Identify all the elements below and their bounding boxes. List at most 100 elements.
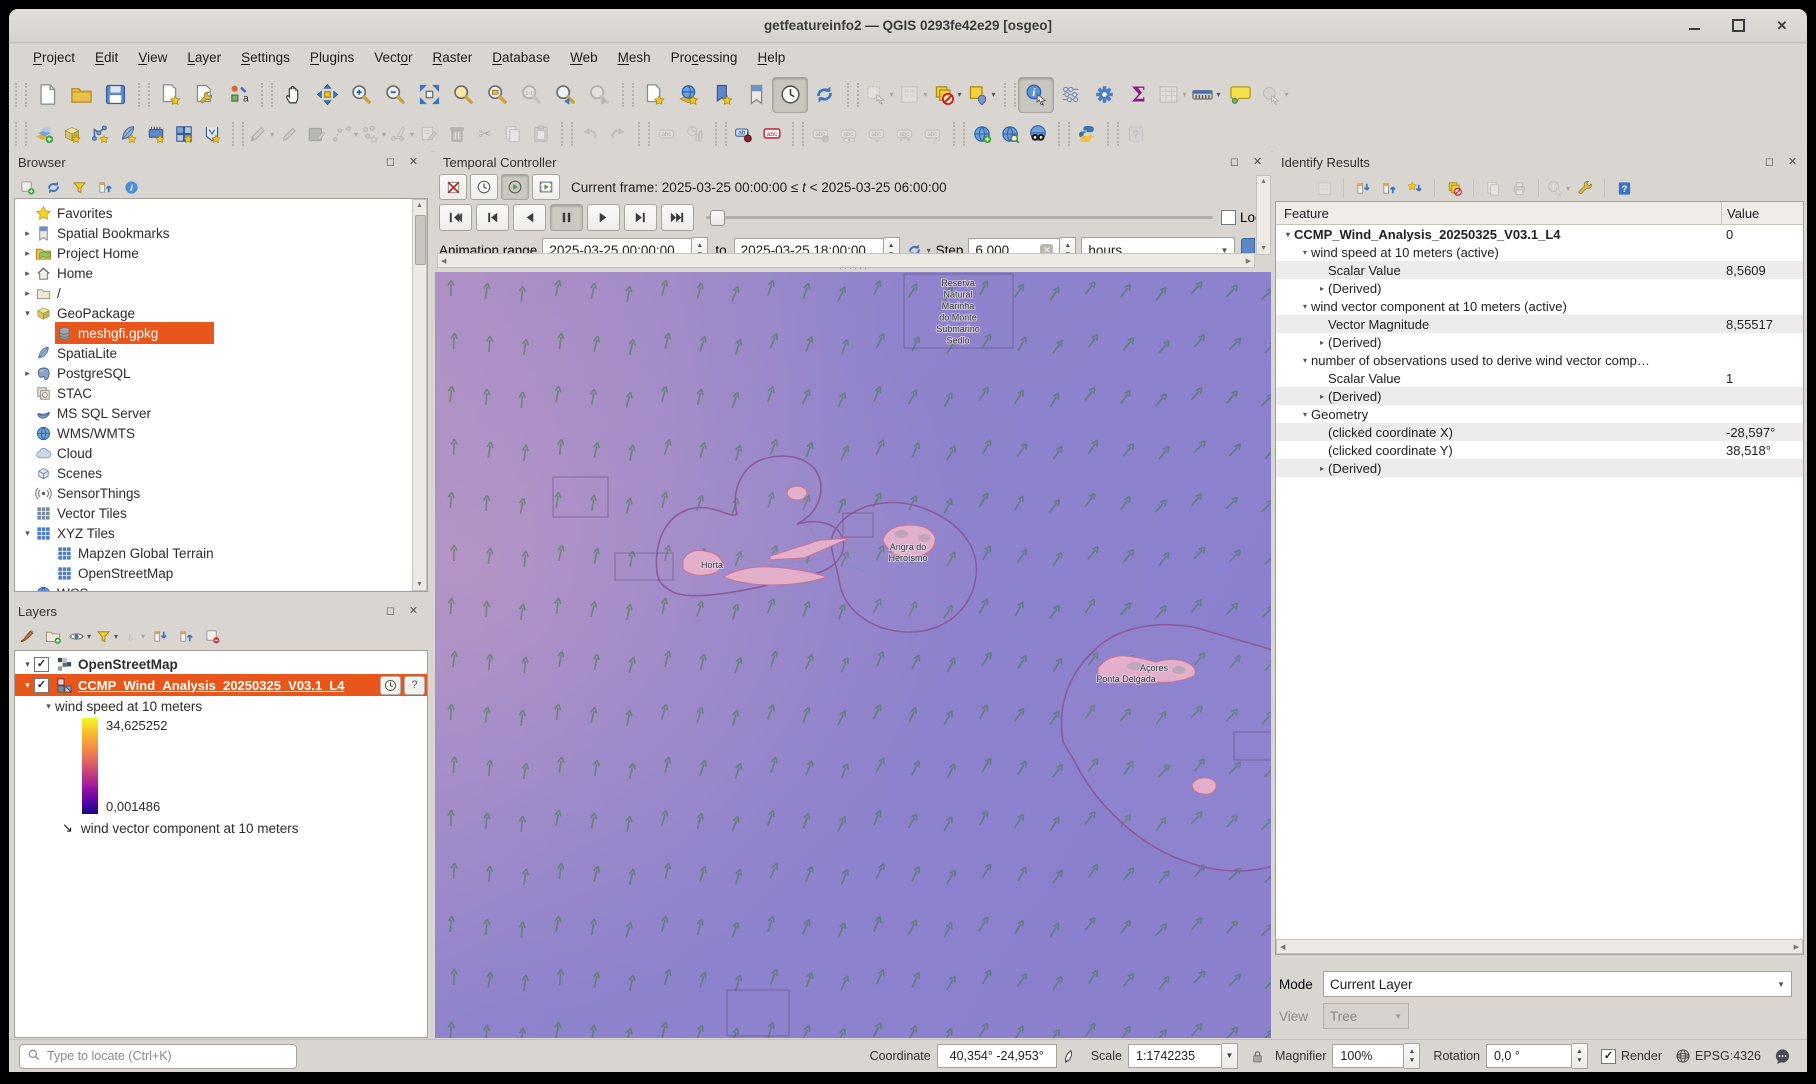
zoom-in-button[interactable]: [344, 78, 378, 112]
browser-item-xyz-tiles[interactable]: ▾XYZ Tiles: [15, 523, 427, 543]
toolbar-handle[interactable]: [1004, 83, 1016, 107]
pan-to-selection-button[interactable]: [310, 78, 344, 112]
dropdown-arrow-icon[interactable]: ▾: [957, 90, 961, 99]
identify-row[interactable]: (clicked coordinate Y)38,518°: [1276, 441, 1803, 459]
scale-combo[interactable]: 1:1742235: [1128, 1044, 1222, 1068]
map-tips-button[interactable]: [1223, 78, 1257, 112]
magnifier-input[interactable]: 100%: [1332, 1044, 1404, 1068]
save-layer-edits-button[interactable]: [303, 120, 331, 148]
select-by-location-button[interactable]: ▾: [964, 78, 998, 112]
play-backward-button[interactable]: [513, 204, 546, 231]
dropdown-arrow-icon[interactable]: ▾: [1216, 90, 1220, 99]
browser-item-spatial-bookmarks[interactable]: ▸Spatial Bookmarks: [15, 223, 427, 243]
identify-row[interactable]: ▾wind vector component at 10 meters (act…: [1276, 297, 1803, 315]
fixed-range-button[interactable]: [470, 174, 498, 200]
previous-frame-button[interactable]: [476, 204, 509, 231]
dropdown-arrow-icon[interactable]: ▾: [923, 90, 927, 99]
coordinate-input[interactable]: 40,354° -24,953°: [937, 1044, 1057, 1068]
skip-to-end-button[interactable]: [661, 204, 694, 231]
layer-checkbox[interactable]: ✓: [34, 678, 49, 693]
menu-layer[interactable]: Layer: [177, 46, 231, 69]
expander-icon[interactable]: ▸: [21, 368, 34, 379]
play-forward-button[interactable]: [587, 204, 620, 231]
toolbar-handle[interactable]: [715, 122, 727, 146]
new-temporary-layer-button[interactable]: [170, 120, 198, 148]
dropdown-arrow-icon[interactable]: ▾: [382, 130, 386, 139]
identify-features-button[interactable]: i: [1019, 78, 1053, 112]
dropdown-arrow-icon[interactable]: ▾: [1182, 90, 1186, 99]
vertex-tool-button[interactable]: ▾: [387, 120, 415, 148]
dropdown-arrow-icon[interactable]: ▾: [410, 130, 414, 139]
minimize-button[interactable]: [1683, 15, 1705, 37]
identify-close-button[interactable]: ✕: [1785, 154, 1800, 169]
time-slider-handle[interactable]: [710, 210, 725, 226]
menu-settings[interactable]: Settings: [231, 46, 300, 69]
browser-item-ms-sql-server[interactable]: MS SQL Server: [15, 403, 427, 423]
add-selected-layers-button[interactable]: [16, 176, 38, 198]
search-catalog-button[interactable]: [996, 120, 1024, 148]
identify-hscrollbar[interactable]: ◀ ▶: [1276, 939, 1803, 954]
add-wms-service-button[interactable]: [968, 120, 996, 148]
expander-icon[interactable]: ▾: [21, 528, 34, 539]
expander-icon[interactable]: ▸: [21, 248, 34, 259]
temporal-controller-panel-button[interactable]: [773, 78, 807, 112]
temporal-indicator-icon[interactable]: [380, 676, 401, 695]
toolbar-handle[interactable]: [1058, 122, 1070, 146]
menu-vector[interactable]: Vector: [364, 46, 422, 69]
expander-icon[interactable]: ▾: [21, 659, 34, 670]
deselect-all-button[interactable]: ▾: [930, 78, 964, 112]
browser-item-openstreetmap[interactable]: OpenStreetMap: [15, 563, 427, 583]
crs-value[interactable]: EPSG:4326: [1695, 1049, 1761, 1063]
toolbar-handle[interactable]: [847, 83, 859, 107]
collapse-tree-button[interactable]: [1378, 177, 1400, 199]
copy-feature-button[interactable]: [1482, 177, 1504, 199]
lock-scale-icon[interactable]: [1250, 1049, 1265, 1064]
expander-icon[interactable]: ▾: [21, 680, 34, 691]
scroll-right-icon[interactable]: ▶: [1794, 943, 1799, 951]
browser-item-project-home[interactable]: ▸Project Home: [15, 243, 427, 263]
dock-splitter-handle[interactable]: ······: [839, 263, 869, 273]
scroll-left-icon[interactable]: ◀: [441, 257, 446, 265]
new-virtual-layer-button[interactable]: [198, 120, 226, 148]
dropdown-arrow-icon[interactable]: ▾: [354, 130, 358, 139]
zoom-full-button[interactable]: [412, 78, 446, 112]
expander-icon[interactable]: ▸: [1316, 392, 1328, 401]
expander-icon[interactable]: ▸: [1316, 338, 1328, 347]
layer-checkbox[interactable]: ✓: [34, 657, 49, 672]
crs-globe-icon[interactable]: [1675, 1048, 1691, 1064]
toolbar-handle[interactable]: [792, 122, 804, 146]
expander-icon[interactable]: ▾: [1299, 356, 1311, 365]
menu-processing[interactable]: Processing: [661, 46, 748, 69]
browser-item-scenes[interactable]: Scenes: [15, 463, 427, 483]
browser-item-spatialite[interactable]: SpatiaLite: [15, 343, 427, 363]
browser-item-cloud[interactable]: Cloud: [15, 443, 427, 463]
scroll-left-icon[interactable]: ◀: [1280, 943, 1285, 951]
identify-row[interactable]: (clicked coordinate X)-28,597°: [1276, 423, 1803, 441]
temporal-close-button[interactable]: ✕: [1250, 154, 1265, 169]
legend-row-wind-speed[interactable]: ▾ wind speed at 10 meters: [15, 696, 427, 716]
zoom-last-button[interactable]: [548, 78, 582, 112]
browser-item-wms-wmts[interactable]: WMS/WMTS: [15, 423, 427, 443]
menu-raster[interactable]: Raster: [423, 46, 483, 69]
measure-button[interactable]: ▾: [1189, 78, 1223, 112]
expand-tree-button[interactable]: [1352, 177, 1374, 199]
open-layer-styling-button[interactable]: [16, 625, 38, 647]
copy-features-button[interactable]: [499, 120, 527, 148]
expander-icon[interactable]: ▾: [1299, 302, 1311, 311]
zoom-to-selection-button[interactable]: [446, 78, 480, 112]
menu-web[interactable]: Web: [560, 46, 608, 69]
map-canvas[interactable]: ReservaNaturalMarinhado MonteSubmarinoSe…: [435, 272, 1271, 1038]
toolbar-handle[interactable]: [622, 83, 634, 107]
browser-item-postgresql[interactable]: ▸PostgreSQL: [15, 363, 427, 383]
expander-icon[interactable]: ▾: [1299, 410, 1311, 419]
scale-dropdown[interactable]: ▼: [1222, 1043, 1238, 1069]
render-checkbox[interactable]: ✓: [1601, 1049, 1616, 1064]
select-by-value-button[interactable]: ▾: [896, 78, 930, 112]
identify-row[interactable]: ▾Geometry: [1276, 405, 1803, 423]
toolbar-handle[interactable]: [15, 122, 27, 146]
show-properties-button[interactable]: i: [120, 176, 142, 198]
browser-item-geopackage[interactable]: ▾GeoPackage: [15, 303, 427, 323]
menu-plugins[interactable]: Plugins: [300, 46, 364, 69]
rotate-label-button[interactable]: abc: [891, 120, 919, 148]
messages-icon[interactable]: [1774, 1048, 1791, 1065]
